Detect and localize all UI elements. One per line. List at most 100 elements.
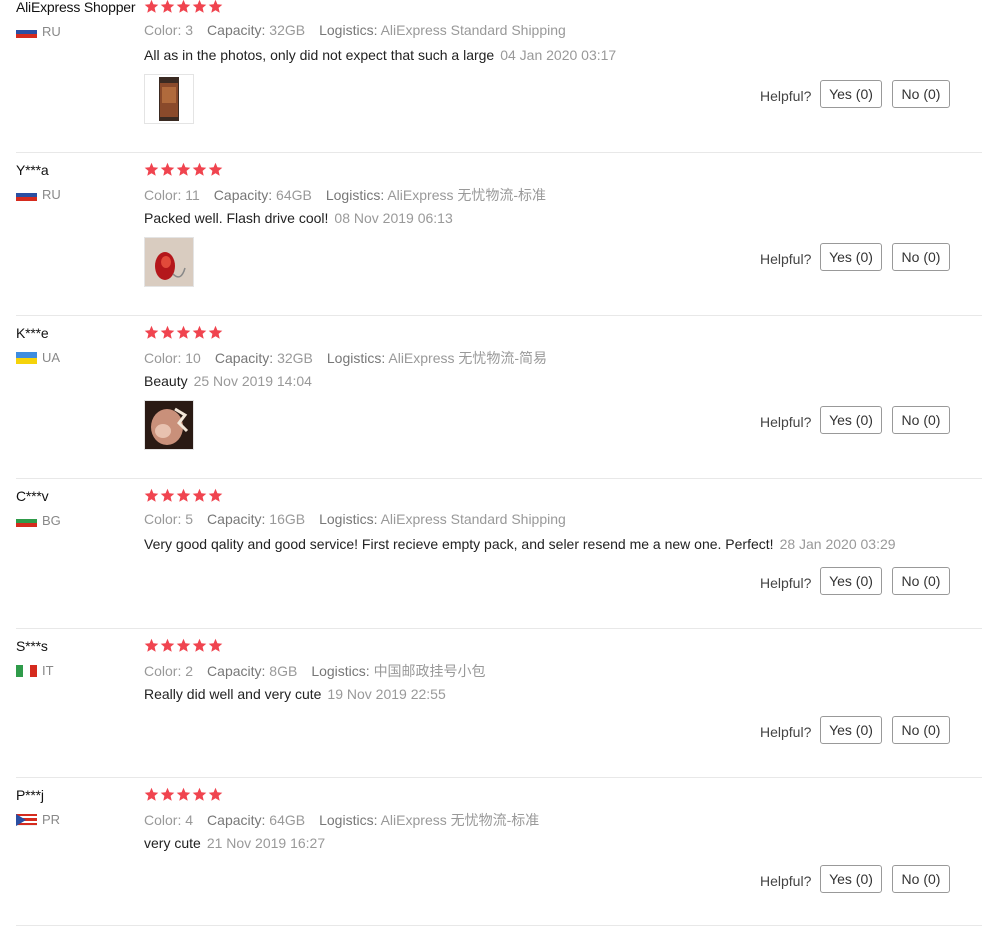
product-attributes: Color: 3 Capacity: 32GB Logistics: AliExpr… bbox=[144, 22, 580, 38]
star-icon bbox=[144, 787, 159, 802]
color-value: 10 bbox=[185, 350, 201, 366]
helpful-yes-button[interactable]: Yes (0) bbox=[820, 406, 882, 434]
reviewer-name: AliExpress Shopper bbox=[16, 0, 136, 15]
logistics-label: Logistics: bbox=[319, 511, 378, 527]
star-icon bbox=[144, 162, 159, 177]
review-item: P***j PR Color: 4 Capacity: 64GB Logistics: … bbox=[0, 778, 1000, 926]
star-icon bbox=[160, 0, 175, 14]
reviewer-country: UA bbox=[16, 350, 60, 365]
color-value: 4 bbox=[185, 812, 194, 828]
capacity-value: 64GB bbox=[269, 812, 306, 828]
review-body: Really did well and very cute bbox=[144, 686, 322, 702]
country-flag-icon bbox=[16, 813, 37, 826]
star-icon bbox=[144, 325, 159, 340]
capacity-label: Capacity: bbox=[214, 350, 274, 366]
reviewer-country: RU bbox=[16, 187, 61, 202]
reviewer-name: K***e bbox=[16, 325, 49, 341]
reviewer-name: C***v bbox=[16, 488, 49, 504]
color-label: Color: bbox=[144, 812, 182, 828]
country-code: RU bbox=[42, 24, 61, 39]
logistics-value: 中国邮政挂号小包 bbox=[373, 663, 486, 679]
review-text: All as in the photos, only did not expec… bbox=[144, 47, 616, 63]
helpful-yes-button[interactable]: Yes (0) bbox=[820, 865, 882, 893]
star-icon bbox=[192, 787, 207, 802]
helpful-yes-button[interactable]: Yes (0) bbox=[820, 80, 882, 108]
review-date: 21 Nov 2019 16:27 bbox=[206, 835, 326, 851]
star-icon bbox=[192, 0, 207, 14]
review-body: All as in the photos, only did not expec… bbox=[144, 47, 495, 63]
star-icon bbox=[192, 638, 207, 653]
logistics-label: Logistics: bbox=[319, 22, 378, 38]
helpful-label: Helpful? bbox=[760, 575, 812, 591]
helpful-no-button[interactable]: No (0) bbox=[892, 406, 950, 434]
star-icon bbox=[176, 638, 191, 653]
star-icon bbox=[208, 638, 223, 653]
review-body: very cute bbox=[144, 835, 201, 851]
capacity-value: 64GB bbox=[276, 187, 312, 203]
star-icon bbox=[144, 488, 159, 503]
helpful-vote: Helpful? Yes (0) No (0) bbox=[756, 243, 976, 273]
star-icon bbox=[208, 325, 223, 340]
helpful-no-button[interactable]: No (0) bbox=[892, 243, 950, 271]
star-icon bbox=[176, 162, 191, 177]
star-icon bbox=[176, 0, 191, 14]
capacity-label: Capacity: bbox=[207, 663, 266, 679]
color-value: 11 bbox=[185, 187, 200, 203]
helpful-label: Helpful? bbox=[760, 414, 812, 430]
helpful-no-button[interactable]: No (0) bbox=[892, 865, 950, 893]
review-date: 04 Jan 2020 03:17 bbox=[500, 47, 617, 63]
logistics-value: AliExpress 无忧物流-简易 bbox=[388, 350, 548, 366]
color-label: Color: bbox=[144, 511, 182, 527]
helpful-vote: Helpful? Yes (0) No (0) bbox=[756, 80, 976, 110]
helpful-yes-button[interactable]: Yes (0) bbox=[820, 567, 882, 595]
country-code: PR bbox=[42, 812, 61, 827]
country-flag-icon bbox=[16, 188, 37, 201]
country-code: RU bbox=[42, 187, 61, 202]
logistics-label: Logistics: bbox=[319, 812, 378, 828]
star-rating bbox=[144, 162, 223, 177]
review-photo-image bbox=[145, 401, 193, 449]
helpful-yes-button[interactable]: Yes (0) bbox=[820, 716, 882, 744]
star-icon bbox=[192, 162, 207, 177]
helpful-no-button[interactable]: No (0) bbox=[892, 716, 950, 744]
color-value: 3 bbox=[185, 22, 194, 38]
review-photo-thumbnail[interactable] bbox=[144, 400, 194, 450]
country-code: IT bbox=[42, 663, 54, 678]
review-item: S***s IT Color: 2 Capacity: 8GB Logistics: 中… bbox=[0, 629, 1000, 778]
reviewer-country: RU bbox=[16, 24, 61, 39]
color-label: Color: bbox=[144, 350, 182, 366]
star-icon bbox=[208, 787, 223, 802]
star-icon bbox=[160, 325, 175, 340]
review-date: 25 Nov 2019 14:04 bbox=[193, 373, 312, 389]
capacity-value: 16GB bbox=[269, 511, 306, 527]
product-attributes: Color: 2 Capacity: 8GB Logistics: 中国邮政挂号小包 bbox=[144, 661, 500, 681]
country-code: UA bbox=[42, 350, 61, 365]
helpful-vote: Helpful? Yes (0) No (0) bbox=[756, 406, 976, 436]
reviewer-name: Y***a bbox=[16, 162, 49, 178]
reviewer-name: S***s bbox=[16, 638, 48, 654]
review-photo-thumbnail[interactable] bbox=[144, 74, 194, 124]
logistics-value: AliExpress 无忧物流-标准 bbox=[387, 187, 547, 203]
helpful-vote: Helpful? Yes (0) No (0) bbox=[756, 567, 976, 597]
country-flag-icon bbox=[16, 25, 37, 38]
helpful-no-button[interactable]: No (0) bbox=[892, 567, 950, 595]
review-body: Packed well. Flash drive cool! bbox=[144, 210, 329, 226]
reviewer-country: PR bbox=[16, 812, 60, 827]
capacity-value: 32GB bbox=[269, 22, 306, 38]
capacity-label: Capacity: bbox=[213, 187, 273, 203]
capacity-label: Capacity: bbox=[207, 511, 266, 527]
product-attributes: Color: 11 Capacity: 64GB Logistics: AliExp… bbox=[144, 185, 560, 205]
color-label: Color: bbox=[144, 663, 182, 679]
review-divider bbox=[16, 925, 982, 926]
helpful-yes-button[interactable]: Yes (0) bbox=[820, 243, 882, 271]
star-icon bbox=[144, 0, 159, 14]
capacity-label: Capacity: bbox=[207, 812, 266, 828]
review-photo-image bbox=[145, 75, 193, 123]
helpful-no-button[interactable]: No (0) bbox=[892, 80, 950, 108]
country-code: BG bbox=[42, 513, 61, 528]
review-text: Packed well. Flash drive cool! 08 Nov 201… bbox=[144, 210, 453, 226]
helpful-label: Helpful? bbox=[760, 88, 812, 104]
review-photo-thumbnail[interactable] bbox=[144, 237, 194, 287]
review-body: Very good qality and good service! First… bbox=[144, 536, 774, 552]
star-icon bbox=[176, 488, 191, 503]
